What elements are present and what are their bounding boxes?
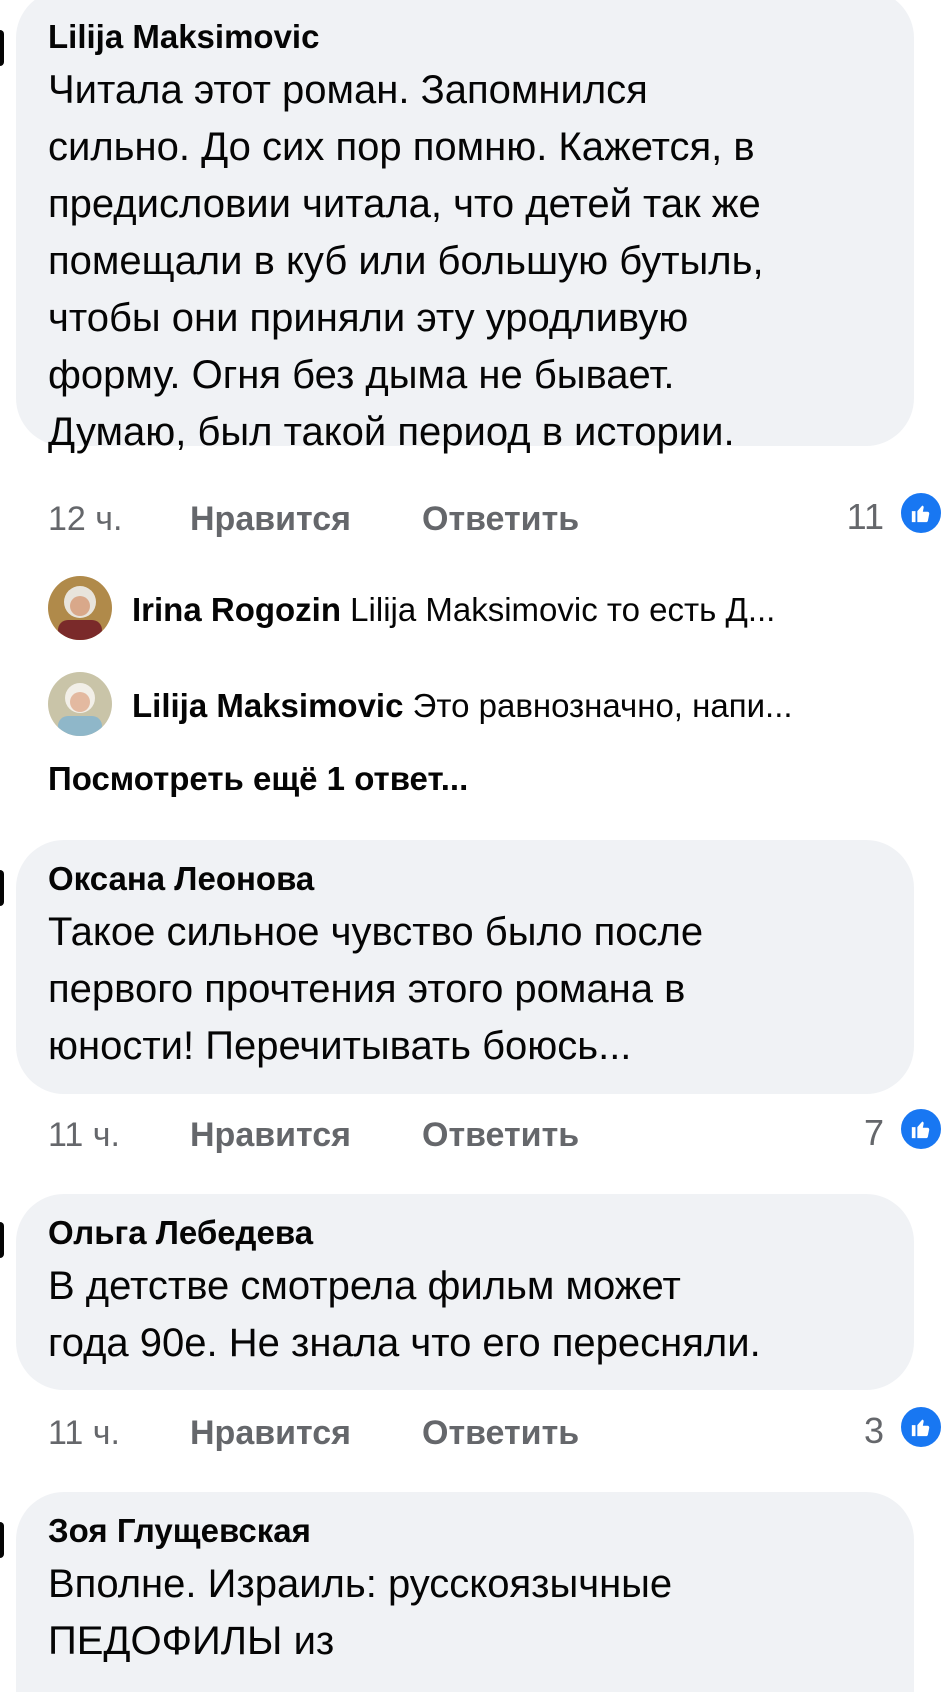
timestamp[interactable]: 11 ч. — [48, 1116, 120, 1155]
thumbs-up-icon[interactable] — [898, 1404, 944, 1450]
reply-author[interactable]: Irina Rogozin — [132, 591, 341, 628]
comment-bubble[interactable]: Lilija Maksimovic Читала этот роман. Зап… — [16, 0, 914, 454]
reaction-count[interactable]: 7 — [864, 1112, 884, 1154]
avatar-edge — [0, 30, 4, 66]
avatar[interactable] — [48, 576, 112, 640]
avatar-edge — [0, 1222, 4, 1258]
reaction-count[interactable]: 3 — [864, 1410, 884, 1452]
comment-author[interactable]: Lilija Maksimovic — [48, 16, 882, 58]
like-button[interactable]: Нравится — [190, 1116, 351, 1155]
comment-meta: 12 ч. Нравится Ответить 11 — [0, 490, 944, 550]
comment-author[interactable]: Зоя Глущевская — [48, 1510, 882, 1552]
comment-text: Вполне. Израиль: русскоязычные ПЕДОФИЛЫ … — [48, 1562, 673, 1663]
avatar[interactable] — [48, 672, 112, 736]
comment-text: Читала этот роман. Запомнился сильно. До… — [48, 68, 764, 454]
reply-item[interactable]: Lilija Maksimovic Это равнозначно, напи.… — [48, 672, 908, 738]
like-button[interactable]: Нравится — [190, 1414, 351, 1453]
reply-text: Lilija Maksimovic то есть Д... — [350, 591, 776, 628]
reply-content: Irina Rogozin Lilija Maksimovic то есть … — [132, 590, 775, 630]
reply-text: Это равнозначно, напи... — [412, 687, 793, 724]
comment-author[interactable]: Ольга Лебедева — [48, 1212, 882, 1254]
comment-author[interactable]: Оксана Леонова — [48, 858, 882, 900]
thumbs-up-icon[interactable] — [898, 1106, 944, 1152]
reply-button[interactable]: Ответить — [422, 1414, 579, 1453]
comment-bubble[interactable]: Зоя Глущевская Вполне. Израиль: русскояз… — [16, 1492, 914, 1692]
comment-meta: 11 ч. Нравится Ответить 7 — [0, 1106, 944, 1166]
view-more-replies-link[interactable]: Посмотреть ещё 1 ответ... — [48, 760, 468, 798]
reply-author[interactable]: Lilija Maksimovic — [132, 687, 403, 724]
comment-text: В детстве смотрела фильм может года 90е.… — [48, 1264, 761, 1365]
thumbs-up-icon[interactable] — [898, 490, 944, 536]
comment-bubble[interactable]: Оксана Леонова Такое сильное чувство был… — [16, 840, 914, 1094]
comment-bubble[interactable]: Ольга Лебедева В детстве смотрела фильм … — [16, 1194, 914, 1390]
reply-content: Lilija Maksimovic Это равнозначно, напи.… — [132, 686, 793, 726]
reply-item[interactable]: Irina Rogozin Lilija Maksimovic то есть … — [48, 576, 908, 642]
timestamp[interactable]: 12 ч. — [48, 500, 122, 539]
avatar-edge — [0, 870, 4, 906]
reaction-count[interactable]: 11 — [847, 496, 884, 538]
comment-meta: 11 ч. Нравится Ответить 3 — [0, 1404, 944, 1464]
reply-button[interactable]: Ответить — [422, 1116, 579, 1155]
avatar-edge — [0, 1522, 4, 1558]
reply-button[interactable]: Ответить — [422, 500, 579, 539]
comment-text: Такое сильное чувство было после первого… — [48, 910, 704, 1068]
like-button[interactable]: Нравится — [190, 500, 351, 539]
timestamp[interactable]: 11 ч. — [48, 1414, 120, 1453]
